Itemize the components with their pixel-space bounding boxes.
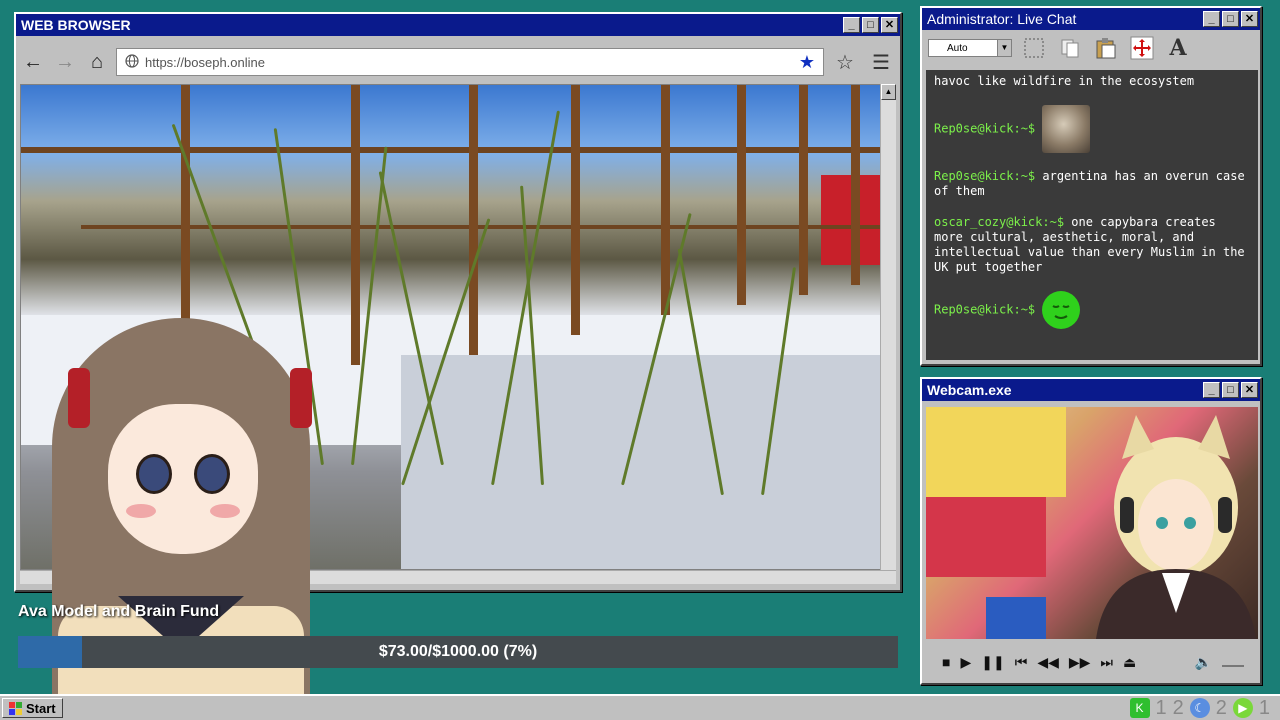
chat-message: Rep0se@kick:~$: [934, 291, 1250, 329]
chat-titlebar[interactable]: Administrator: Live Chat _ □ ✕: [922, 8, 1260, 30]
stop-icon[interactable]: ■: [942, 654, 950, 670]
address-bar[interactable]: https://boseph.online ★: [116, 48, 824, 76]
favorites-star-icon[interactable]: ☆: [830, 50, 860, 75]
start-button[interactable]: Start: [2, 698, 63, 718]
volume-icon[interactable]: 🔈: [1195, 654, 1212, 671]
windows-logo-icon: [9, 701, 22, 715]
maximize-button[interactable]: □: [1222, 382, 1239, 398]
chat-title: Administrator: Live Chat: [927, 11, 1077, 27]
fund-progress-text: $73.00/$1000.00 (7%): [378, 643, 538, 660]
maximize-button[interactable]: □: [1222, 11, 1239, 27]
chat-username: Rep0se@kick:~$: [934, 302, 1036, 317]
capybara-emote-icon: [1042, 105, 1091, 153]
tray-count: 1: [1155, 696, 1167, 719]
close-button[interactable]: ✕: [1241, 382, 1258, 398]
select-marquee-icon[interactable]: [1020, 34, 1048, 62]
taskbar: Start K 1 2 ☾ 2 ▶ 1: [0, 694, 1280, 720]
maximize-button[interactable]: □: [862, 17, 879, 33]
browser-title: WEB BROWSER: [21, 17, 131, 33]
bookmark-star-filled-icon[interactable]: ★: [799, 52, 815, 73]
chevron-down-icon[interactable]: ▼: [997, 40, 1011, 56]
font-size-select-value: Auto: [947, 42, 968, 54]
globe-icon: [125, 53, 139, 71]
rewind-icon[interactable]: ◀◀: [1037, 654, 1059, 671]
chat-message-text: havoc like wildfire in the ecosystem: [934, 74, 1195, 88]
paste-icon[interactable]: [1092, 34, 1120, 62]
text-format-icon[interactable]: A: [1164, 34, 1192, 62]
chat-message: oscar_cozy@kick:~$ one capybara creates …: [934, 215, 1250, 275]
vertical-scrollbar[interactable]: ▲: [880, 84, 896, 570]
webcam-feed: [926, 407, 1258, 639]
chat-message: Rep0se@kick:~$ argentina has an overun c…: [934, 169, 1250, 199]
chat-log[interactable]: havoc like wildfire in the ecosystem Rep…: [926, 70, 1258, 360]
chat-username: Rep0se@kick:~$: [934, 169, 1036, 183]
green-smiley-emote-icon: [1042, 291, 1081, 329]
close-button[interactable]: ✕: [1241, 11, 1258, 27]
minimize-button[interactable]: _: [1203, 11, 1220, 27]
chat-message: Rep0se@kick:~$: [934, 105, 1250, 153]
fast-forward-icon[interactable]: ▶▶: [1069, 654, 1091, 671]
minimize-button[interactable]: _: [1203, 382, 1220, 398]
eject-icon[interactable]: ⏏: [1123, 654, 1136, 671]
moon-icon[interactable]: ☾: [1189, 698, 1210, 718]
tray-count: 2: [1172, 696, 1184, 719]
live-chat-window: Administrator: Live Chat _ □ ✕ Auto ▼ A …: [920, 6, 1262, 366]
pause-icon[interactable]: ❚❚: [981, 654, 1004, 671]
chat-username: Rep0se@kick:~$: [934, 121, 1036, 136]
tray-count: 2: [1215, 696, 1227, 719]
tray-count: 1: [1258, 696, 1270, 719]
close-button[interactable]: ✕: [881, 17, 898, 33]
system-tray: K 1 2 ☾ 2 ▶ 1: [1129, 696, 1270, 720]
fund-progress-bar: $73.00/$1000.00 (7%): [18, 636, 898, 668]
webcam-title: Webcam.exe: [927, 382, 1012, 398]
media-controls: ■ ▶ ❚❚ ⏮ ◀◀ ▶▶ ⏭ ⏏ 🔈: [926, 647, 1256, 677]
start-label: Start: [26, 700, 56, 716]
play-circle-icon[interactable]: ▶: [1232, 698, 1253, 718]
font-size-select[interactable]: Auto ▼: [928, 39, 1012, 57]
skip-forward-icon[interactable]: ⏭: [1100, 654, 1113, 671]
browser-navbar: ← → ⌂ https://boseph.online ★ ☆ ☰: [20, 44, 896, 80]
fund-title: Ava Model and Brain Fund: [18, 603, 220, 620]
minimize-button[interactable]: _: [843, 17, 860, 33]
volume-slider[interactable]: [1222, 657, 1244, 667]
chat-username: oscar_cozy@kick:~$: [934, 215, 1065, 229]
play-icon[interactable]: ▶: [960, 654, 971, 671]
forward-arrow-icon[interactable]: →: [52, 49, 78, 75]
skip-back-icon[interactable]: ⏮: [1015, 654, 1028, 671]
chat-toolbar: Auto ▼ A: [922, 30, 1260, 66]
copy-icon[interactable]: [1056, 34, 1084, 62]
url-text[interactable]: https://boseph.online: [145, 55, 793, 70]
back-arrow-icon[interactable]: ←: [20, 49, 46, 75]
hamburger-menu-icon[interactable]: ☰: [866, 50, 896, 75]
kick-icon[interactable]: K: [1129, 698, 1150, 718]
webcam-titlebar[interactable]: Webcam.exe _ □ ✕: [922, 379, 1260, 401]
move-icon[interactable]: [1128, 34, 1156, 62]
webcam-window: Webcam.exe _ □ ✕ ■ ▶ ❚❚ ⏮ ◀◀ ▶▶ ⏭ ⏏ 🔈: [920, 377, 1262, 685]
browser-titlebar[interactable]: WEB BROWSER _ □ ✕: [16, 14, 900, 36]
chat-message: havoc like wildfire in the ecosystem: [934, 74, 1250, 89]
scroll-up-arrow-icon[interactable]: ▲: [881, 84, 896, 100]
home-icon[interactable]: ⌂: [84, 49, 110, 75]
